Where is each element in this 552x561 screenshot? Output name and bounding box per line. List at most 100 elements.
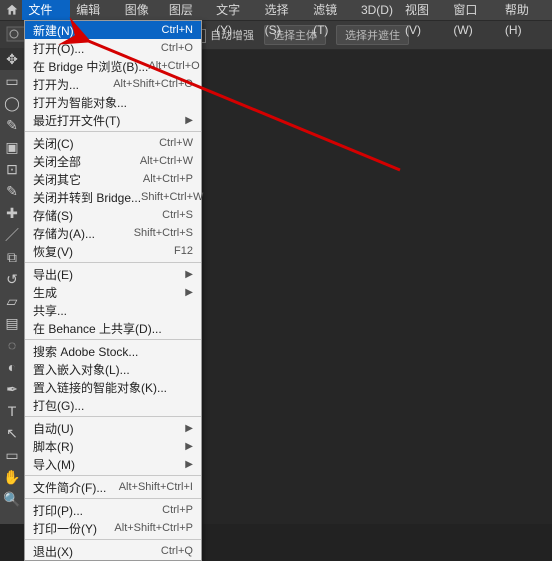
tool-pen[interactable]: ✒ [0, 378, 24, 400]
tool-eraser[interactable]: ▱ [0, 290, 24, 312]
tool-path-select[interactable]: ↖ [0, 422, 24, 444]
submenu-arrow-icon: ▶ [185, 115, 193, 126]
tool-rectangle[interactable]: ▭ [0, 444, 24, 466]
menu-item-label: 最近打开文件(T) [33, 112, 120, 129]
tool-history-brush[interactable]: ↺ [0, 268, 24, 290]
menu-item-shortcut: Shift+Ctrl+S [134, 227, 193, 239]
menu-item-label: 置入嵌入对象(L)... [33, 361, 130, 378]
menu-item-shortcut: Alt+Ctrl+O [148, 60, 199, 72]
menu-item-label: 打印(P)... [33, 502, 83, 519]
submenu-arrow-icon: ▶ [185, 269, 193, 280]
menu-item-label: 新建(N)... [33, 22, 84, 39]
menu-item-label: 打开为智能对象... [33, 94, 127, 111]
menu-item[interactable]: 存储(S)Ctrl+S [25, 206, 201, 224]
menu-item-label: 在 Behance 上共享(D)... [33, 320, 162, 337]
menu-item[interactable]: 导出(E) ▶ [25, 265, 201, 283]
menu-item[interactable]: 恢复(V)F12 [25, 242, 201, 260]
menu-item[interactable]: 在 Bridge 中浏览(B)...Alt+Ctrl+O [25, 57, 201, 75]
tool-quick-select[interactable]: ✎ [0, 114, 24, 136]
select-and-mask-button[interactable]: 选择并遮住 [336, 25, 409, 45]
menu-item[interactable]: 打包(G)... [25, 396, 201, 414]
tool-blur[interactable]: ◌ [0, 334, 24, 356]
menu-divider [25, 498, 201, 499]
menu-item-shortcut: Ctrl+W [159, 137, 193, 149]
menu-select[interactable]: 选择(S) [259, 0, 307, 20]
menu-item[interactable]: 脚本(R)▶ [25, 437, 201, 455]
menu-divider [25, 339, 201, 340]
menubar: 文件(F) 编辑(E) 图像(I) 图层(L) 文字(Y) 选择(S) 滤镜(T… [0, 0, 552, 21]
menu-file[interactable]: 文件(F) [22, 0, 70, 20]
toolbar: ✥▭◯✎▣⊡✎✚／⧉↺▱▤◌◐✒T↖▭✋🔍 [0, 48, 25, 524]
menu-item[interactable]: 存储为(A)... Shift+Ctrl+S [25, 224, 201, 242]
menu-item[interactable]: 关闭(C)Ctrl+W [25, 134, 201, 152]
menu-image[interactable]: 图像(I) [119, 0, 163, 20]
menu-item-label: 打包(G)... [33, 397, 84, 414]
menu-item-shortcut: Ctrl+O [161, 42, 193, 54]
tool-frame[interactable]: ⊡ [0, 158, 24, 180]
menu-item-label: 导入(M) [33, 456, 75, 473]
menu-item[interactable]: 自动(U) ▶ [25, 419, 201, 437]
menu-item-label: 搜索 Adobe Stock... [33, 343, 138, 360]
menu-item[interactable]: 关闭其它Alt+Ctrl+P [25, 170, 201, 188]
menu-item-label: 关闭全部 [33, 153, 81, 170]
menu-divider [25, 131, 201, 132]
menu-item-label: 自动(U) [33, 420, 74, 437]
menu-item-label: 文件简介(F)... [33, 479, 106, 496]
tool-move[interactable]: ✥ [0, 48, 24, 70]
menu-item[interactable]: 打印一份(Y)Alt+Shift+Ctrl+P [25, 519, 201, 537]
tool-dodge[interactable]: ◐ [0, 356, 24, 378]
menu-item[interactable]: 打开为智能对象... [25, 93, 201, 111]
menu-window[interactable]: 窗口(W) [447, 0, 499, 20]
menu-item[interactable]: 在 Behance 上共享(D)... [25, 319, 201, 337]
tool-rect-marquee[interactable]: ▭ [0, 70, 24, 92]
menu-item-label: 关闭并转到 Bridge... [33, 189, 141, 206]
menu-item-shortcut: Ctrl+N [162, 24, 193, 36]
menu-help[interactable]: 帮助(H) [499, 0, 548, 20]
menu-item[interactable]: 新建(N)... Ctrl+N [25, 21, 201, 39]
menu-item-label: 打开为... [33, 76, 79, 93]
menu-item[interactable]: 打开为...Alt+Shift+Ctrl+O [25, 75, 201, 93]
menu-divider [25, 262, 201, 263]
tool-crop[interactable]: ▣ [0, 136, 24, 158]
tool-brush[interactable]: ／ [0, 224, 24, 246]
menu-item[interactable]: 生成▶ [25, 283, 201, 301]
tool-spot-heal[interactable]: ✚ [0, 202, 24, 224]
menu-filter[interactable]: 滤镜(T) [307, 0, 355, 20]
menu-item-shortcut: Shift+Ctrl+W [141, 191, 203, 203]
menu-item[interactable]: 置入链接的智能对象(K)... [25, 378, 201, 396]
menu-item[interactable]: 退出(X)Ctrl+Q [25, 542, 201, 560]
menu-item[interactable]: 搜索 Adobe Stock... [25, 342, 201, 360]
menu-3d[interactable]: 3D(D) [355, 0, 399, 20]
tool-type[interactable]: T [0, 400, 24, 422]
menu-item[interactable]: 关闭并转到 Bridge...Shift+Ctrl+W [25, 188, 201, 206]
home-icon[interactable] [4, 1, 20, 19]
menu-item[interactable]: 关闭全部 Alt+Ctrl+W [25, 152, 201, 170]
tool-hand[interactable]: ✋ [0, 466, 24, 488]
tool-eyedropper[interactable]: ✎ [0, 180, 24, 202]
menu-item[interactable]: 置入嵌入对象(L)... [25, 360, 201, 378]
menu-item[interactable]: 导入(M)▶ [25, 455, 201, 473]
submenu-arrow-icon: ▶ [185, 423, 193, 434]
menu-layer[interactable]: 图层(L) [163, 0, 210, 20]
menu-item-shortcut: Alt+Ctrl+P [143, 173, 193, 185]
tool-zoom[interactable]: 🔍 [0, 488, 24, 510]
tool-clone[interactable]: ⧉ [0, 246, 24, 268]
menu-item-shortcut: Alt+Ctrl+W [140, 155, 193, 167]
submenu-arrow-icon: ▶ [185, 287, 193, 298]
menu-item[interactable]: 打印(P)...Ctrl+P [25, 501, 201, 519]
menu-type[interactable]: 文字(Y) [210, 0, 258, 20]
menu-edit[interactable]: 编辑(E) [70, 0, 118, 20]
menu-item-label: 存储为(A)... [33, 225, 95, 242]
menu-item-label: 打开(O)... [33, 40, 84, 57]
menu-item[interactable]: 文件简介(F)...Alt+Shift+Ctrl+I [25, 478, 201, 496]
menu-item[interactable]: 共享... [25, 301, 201, 319]
menu-item[interactable]: 打开(O)... Ctrl+O [25, 39, 201, 57]
tool-lasso[interactable]: ◯ [0, 92, 24, 114]
tool-gradient[interactable]: ▤ [0, 312, 24, 334]
menu-item-label: 导出(E) [33, 266, 73, 283]
menu-item-shortcut: Ctrl+S [162, 209, 193, 221]
menu-view[interactable]: 视图(V) [399, 0, 447, 20]
menu-item[interactable]: 最近打开文件(T) ▶ [25, 111, 201, 129]
menu-item-label: 退出(X) [33, 543, 73, 560]
menu-item-label: 脚本(R) [33, 438, 74, 455]
